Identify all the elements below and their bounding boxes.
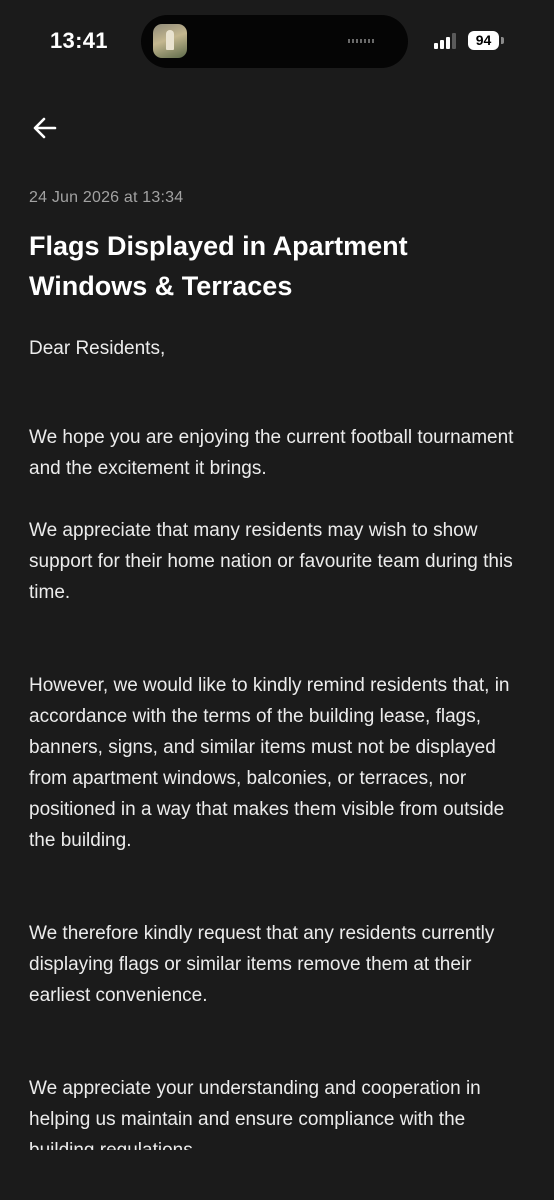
notice-content: 24 Jun 2026 at 13:34 Flags Displayed in … <box>29 184 529 1150</box>
notice-paragraph: However, we would like to kindly remind … <box>29 675 510 851</box>
notice-date: 24 Jun 2026 at 13:34 <box>29 189 184 206</box>
audio-waveform-icon <box>348 39 374 43</box>
dynamic-island[interactable] <box>141 15 408 68</box>
notice-paragraph: We therefore kindly request that any res… <box>29 923 495 1006</box>
notice-greeting: Dear Residents, <box>29 338 166 359</box>
notice-title: Flags Displayed in Apartment Windows & T… <box>29 231 408 301</box>
notice-paragraph: We hope you are enjoying the current foo… <box>29 427 514 479</box>
cellular-signal-icon <box>434 33 460 49</box>
battery-icon: 94 <box>468 31 499 50</box>
notice-paragraph: We appreciate your understanding and coo… <box>29 1078 481 1150</box>
notice-paragraph: We appreciate that many residents may wi… <box>29 520 513 603</box>
status-time: 13:41 <box>50 28 108 53</box>
status-bar: 13:41 94 <box>0 0 554 84</box>
back-button[interactable] <box>30 113 60 143</box>
battery-tip <box>501 37 504 44</box>
battery-level: 94 <box>475 32 492 48</box>
arrow-left-icon <box>33 117 57 139</box>
now-playing-thumbnail[interactable] <box>153 24 187 58</box>
